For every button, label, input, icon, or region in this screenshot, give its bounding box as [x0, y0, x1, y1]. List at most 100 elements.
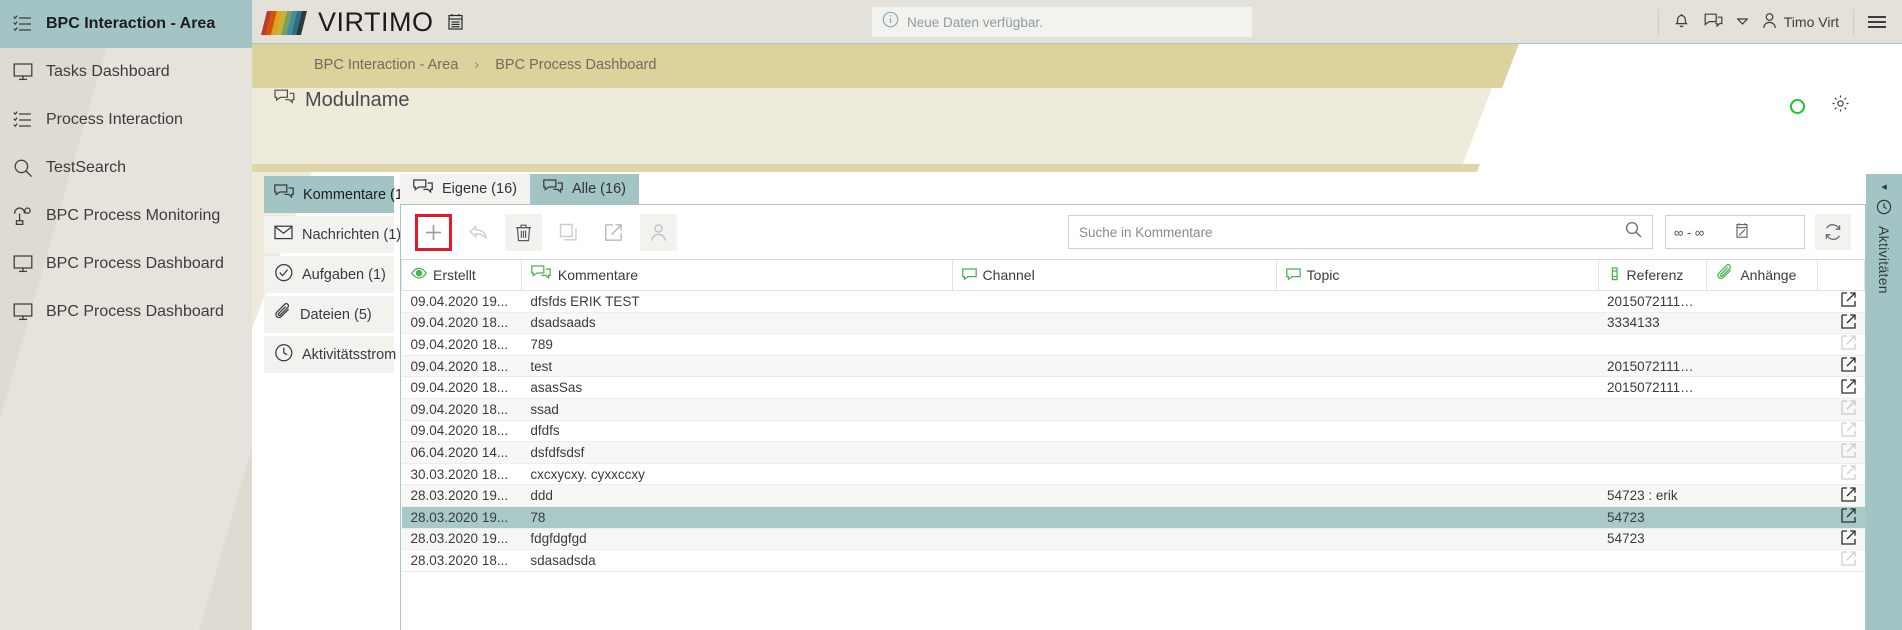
- htab-0[interactable]: Eigene (16): [400, 174, 530, 204]
- table-header-row: ErstelltKommentare Channel TopicReferenzAn…: [402, 260, 1865, 291]
- search-input[interactable]: [1079, 225, 1625, 240]
- row-open-cell[interactable]: [1818, 506, 1865, 528]
- open-row-icon[interactable]: [1841, 530, 1856, 548]
- htab-1[interactable]: Alle (16): [530, 174, 639, 204]
- open-row-icon[interactable]: [1841, 422, 1856, 440]
- open-row-icon[interactable]: [1841, 487, 1856, 505]
- open-row-icon[interactable]: [1841, 551, 1856, 569]
- copy-button[interactable]: [550, 214, 587, 251]
- table-row[interactable]: 09.04.2020 18...test20150721115...: [402, 355, 1865, 377]
- table-column-header-1[interactable]: Kommentare: [521, 260, 952, 291]
- table-row[interactable]: 28.03.2020 19...fdgfdgfgd54723: [402, 528, 1865, 550]
- row-topic: [1276, 291, 1598, 313]
- date-range-field[interactable]: ∞ - ∞: [1665, 215, 1805, 249]
- open-row-icon[interactable]: [1841, 508, 1856, 526]
- breadcrumb-item-1[interactable]: BPC Process Dashboard: [495, 57, 656, 73]
- open-row-icon[interactable]: [1841, 314, 1856, 332]
- row-open-cell[interactable]: [1818, 550, 1865, 572]
- bell-icon[interactable]: [1673, 11, 1690, 34]
- table-column-header-5[interactable]: Anhänge: [1707, 260, 1818, 291]
- table-column-header-4[interactable]: Referenz: [1598, 260, 1707, 291]
- comments-icon: [531, 264, 552, 286]
- row-open-cell[interactable]: [1818, 334, 1865, 356]
- table-row[interactable]: 28.03.2020 18...sdasadsda: [402, 550, 1865, 572]
- search-icon: [12, 157, 34, 179]
- open-row-icon[interactable]: [1841, 357, 1856, 375]
- open-row-icon[interactable]: [1841, 379, 1856, 397]
- vtab-label: Aktivitätsstrom: [302, 347, 396, 363]
- table-row[interactable]: 09.04.2020 18...asasSas20150721115...: [402, 377, 1865, 399]
- chat-icon[interactable]: [1704, 11, 1723, 34]
- row-open-cell[interactable]: [1818, 291, 1865, 313]
- refresh-button[interactable]: [1815, 214, 1851, 250]
- sidebar-item-1[interactable]: Tasks Dashboard: [0, 48, 252, 96]
- table-row[interactable]: 09.04.2020 18...ssad: [402, 398, 1865, 420]
- row-attachments: [1707, 312, 1818, 334]
- table-row[interactable]: 09.04.2020 19...dfsfds ERIK TEST20150721…: [402, 291, 1865, 313]
- gear-icon[interactable]: [1831, 94, 1850, 118]
- table-row[interactable]: 09.04.2020 18...789: [402, 334, 1865, 356]
- search-icon[interactable]: [1625, 221, 1642, 243]
- search-box[interactable]: [1068, 215, 1653, 249]
- table-column-header-6[interactable]: [1818, 260, 1865, 291]
- vtab-4[interactable]: Aktivitätsstrom: [264, 336, 394, 373]
- open-external-button[interactable]: [595, 214, 632, 251]
- row-open-cell[interactable]: [1818, 442, 1865, 464]
- table-row[interactable]: 30.03.2020 18...cxcxycxy. cyxxccxy: [402, 463, 1865, 485]
- reply-button[interactable]: [460, 214, 497, 251]
- table-column-header-0[interactable]: Erstellt: [402, 260, 522, 291]
- open-row-icon[interactable]: [1841, 400, 1856, 418]
- activities-panel-tab[interactable]: ◂ Aktivitäten: [1866, 174, 1902, 630]
- hamburger-icon[interactable]: [1853, 9, 1902, 35]
- delete-button[interactable]: [505, 214, 542, 251]
- table-row[interactable]: 28.03.2020 19...ddd54723 : erik: [402, 485, 1865, 507]
- row-open-cell[interactable]: [1818, 463, 1865, 485]
- table-row[interactable]: 09.04.2020 18...dfdfs: [402, 420, 1865, 442]
- vtab-0[interactable]: Kommentare (16): [264, 176, 394, 213]
- topic-icon: [1286, 267, 1301, 284]
- sidebar-item-3[interactable]: TestSearch: [0, 144, 252, 192]
- row-reference: [1598, 334, 1707, 356]
- row-open-cell[interactable]: [1818, 398, 1865, 420]
- page-title: Modulname: [274, 88, 410, 113]
- sidebar-item-5[interactable]: BPC Process Dashboard: [0, 240, 252, 288]
- row-open-cell[interactable]: [1818, 420, 1865, 442]
- table-row[interactable]: 09.04.2020 18...dsadsaads3334133: [402, 312, 1865, 334]
- table-row[interactable]: 28.03.2020 19...7854723: [402, 506, 1865, 528]
- row-open-cell[interactable]: [1818, 528, 1865, 550]
- collapse-left-icon[interactable]: ◂: [1881, 182, 1887, 193]
- calendar-strike-icon[interactable]: [1735, 222, 1796, 242]
- table-body: 09.04.2020 19...dfsfds ERIK TEST20150721…: [402, 291, 1865, 572]
- row-open-cell[interactable]: [1818, 485, 1865, 507]
- column-label: Channel: [983, 267, 1035, 283]
- sidebar-item-4[interactable]: BPC Process Monitoring: [0, 192, 252, 240]
- open-row-icon[interactable]: [1841, 465, 1856, 483]
- vtab-1[interactable]: Nachrichten (1): [264, 216, 394, 253]
- row-open-cell[interactable]: [1818, 355, 1865, 377]
- vtab-label: Aufgaben (1): [302, 267, 386, 283]
- sidebar-item-6[interactable]: BPC Process Dashboard: [0, 288, 252, 336]
- open-row-icon[interactable]: [1841, 443, 1856, 461]
- vtab-3[interactable]: Dateien (5): [264, 296, 394, 333]
- calendar-icon[interactable]: [448, 13, 463, 30]
- open-row-icon[interactable]: [1841, 292, 1856, 310]
- row-open-cell[interactable]: [1818, 312, 1865, 334]
- row-channel: [952, 485, 1276, 507]
- table-column-header-3[interactable]: Topic: [1276, 260, 1598, 291]
- application-window: BPC Interaction - Area Tasks Dashboard Pr…: [0, 0, 1902, 630]
- open-row-icon[interactable]: [1841, 335, 1856, 353]
- row-channel: [952, 334, 1276, 356]
- sidebar-item-0[interactable]: BPC Interaction - Area: [0, 0, 252, 48]
- sidebar-item-label: BPC Interaction - Area: [46, 15, 215, 33]
- vtab-2[interactable]: Aufgaben (1): [264, 256, 394, 293]
- breadcrumb-item-0[interactable]: BPC Interaction - Area: [314, 57, 458, 73]
- table-column-header-2[interactable]: Channel: [952, 260, 1276, 291]
- user-menu[interactable]: Timo Virt: [1762, 12, 1839, 32]
- sidebar-item-2[interactable]: Process Interaction: [0, 96, 252, 144]
- add-button[interactable]: [415, 214, 452, 251]
- row-attachments: [1707, 528, 1818, 550]
- row-open-cell[interactable]: [1818, 377, 1865, 399]
- assign-user-button[interactable]: [640, 214, 677, 251]
- table-row[interactable]: 06.04.2020 14...dsfdfsdsf: [402, 442, 1865, 464]
- chevron-down-icon[interactable]: [1737, 13, 1748, 31]
